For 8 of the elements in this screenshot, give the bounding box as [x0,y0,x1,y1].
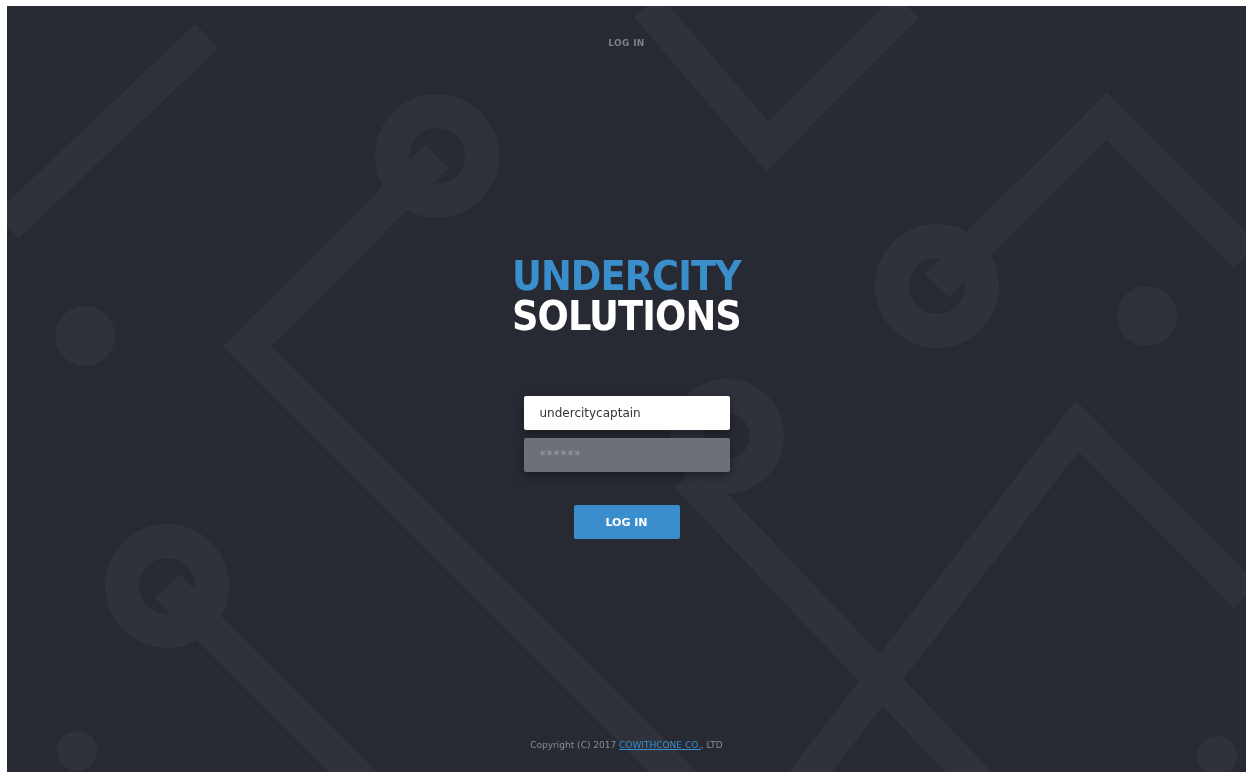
login-button[interactable]: LOG IN [573,505,680,539]
logo-text: SOLUTIONS [512,296,741,336]
page-title: LOG IN [608,38,645,48]
copyright-text: Copyright (C) 2017 COWITHCONE CO., LTD [530,740,723,750]
logo-text: UNDERCITY [512,256,741,296]
password-field[interactable]: ****** [523,438,730,472]
company-link[interactable]: COWITHCONE CO. [619,740,701,750]
username-field[interactable]: undercitycaptain [523,396,730,430]
